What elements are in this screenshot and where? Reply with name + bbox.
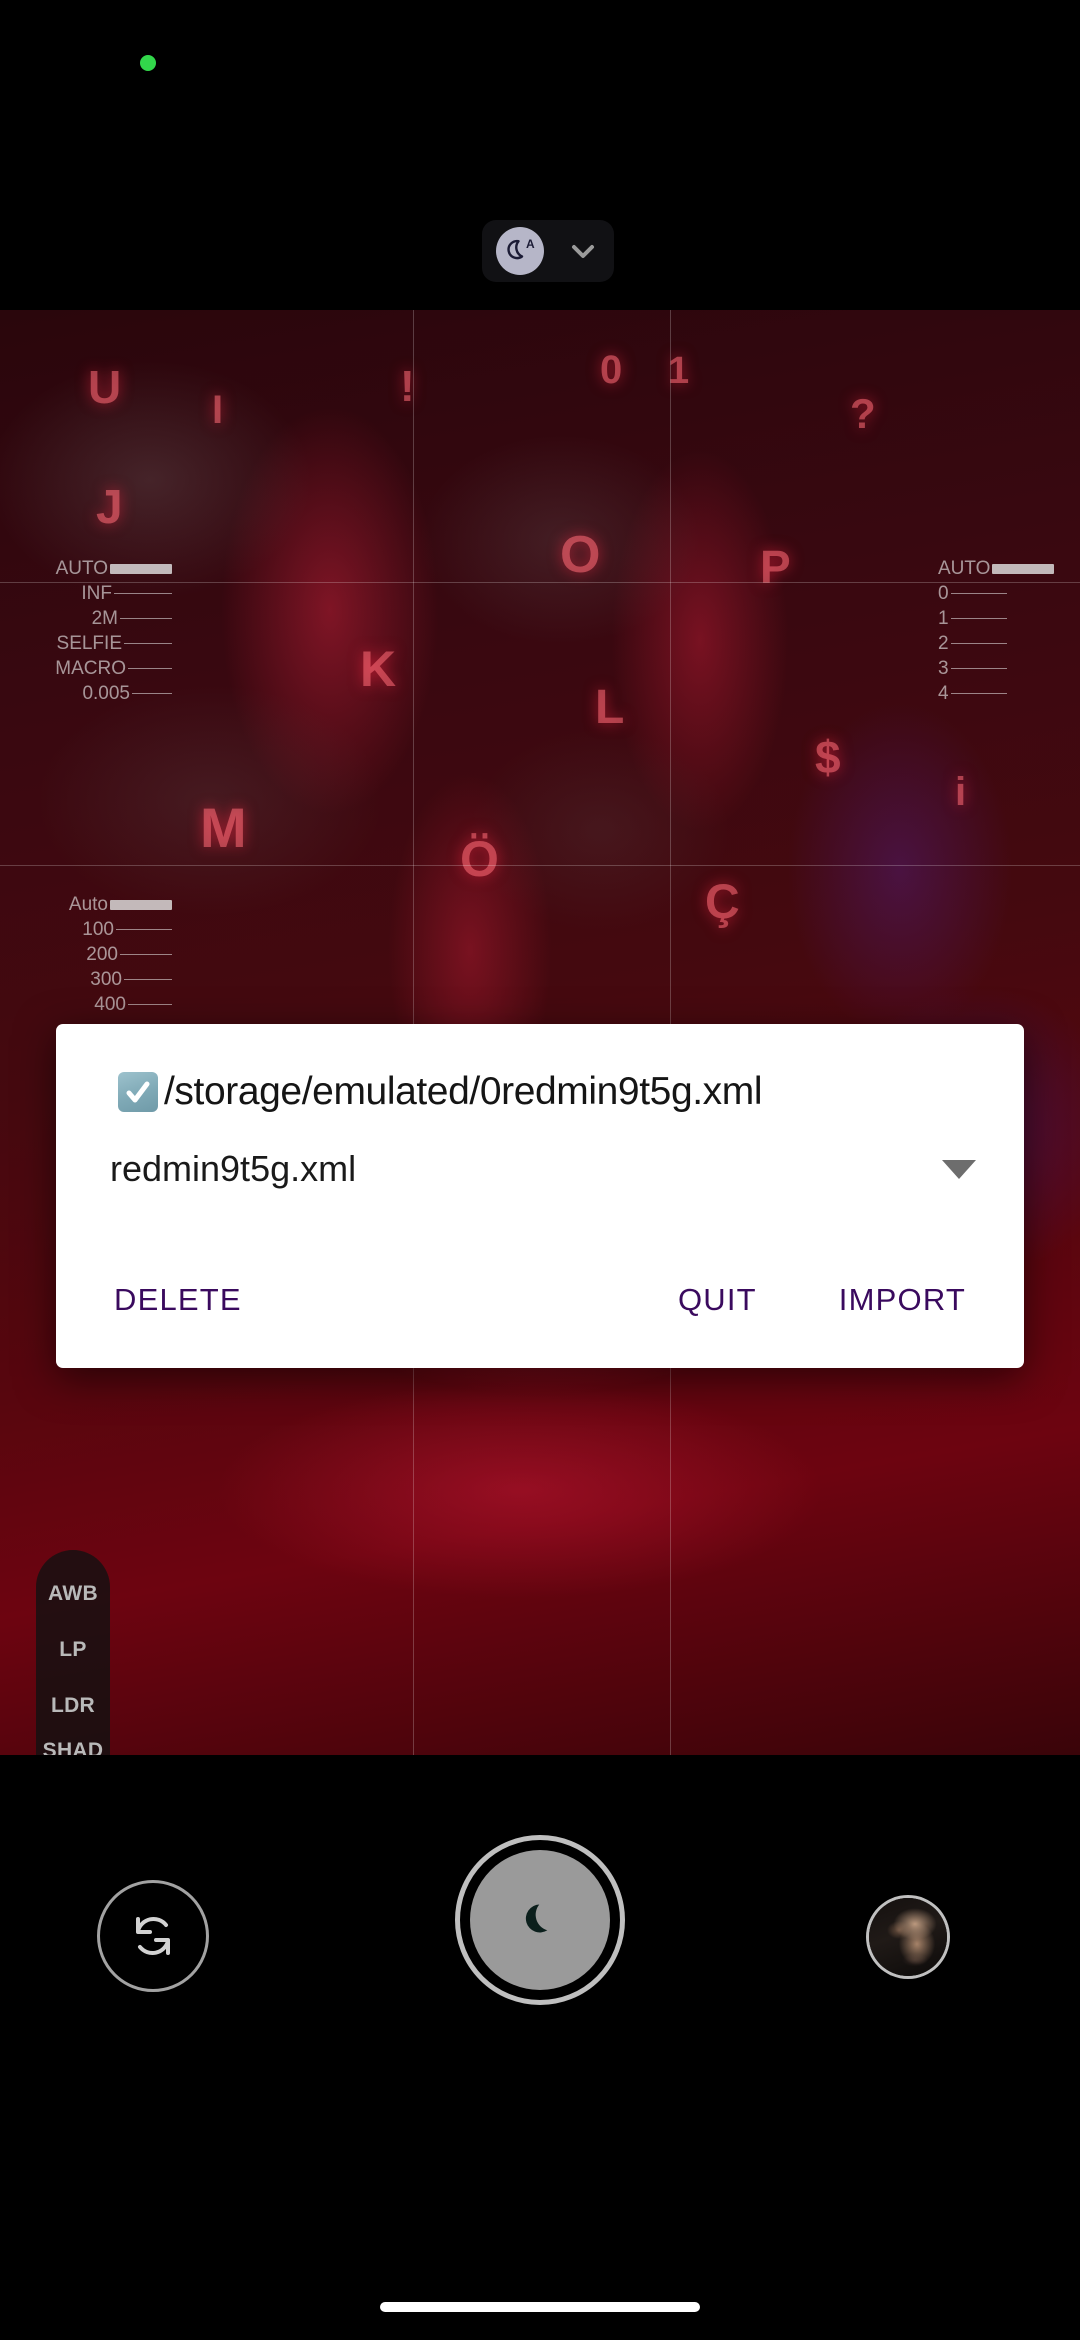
import-config-dialog: /storage/emulated/0redmin9t5g.xml redmin…: [56, 1024, 1024, 1368]
dialog-title-text: /storage/emulated/0redmin9t5g.xml: [164, 1070, 763, 1113]
quit-button[interactable]: QUIT: [660, 1268, 775, 1332]
dialog-title-row: /storage/emulated/0redmin9t5g.xml: [96, 1070, 984, 1114]
dialog-action-row: DELETE QUIT IMPORT: [96, 1268, 984, 1342]
checked-checkbox-icon[interactable]: [118, 1072, 158, 1112]
camera-app-screen: A U I! 0 1? J O K P L $ M Ö Çi AUTO INF 2M SELFIE MACRO 0…: [0, 0, 1080, 2340]
config-file-spinner[interactable]: redmin9t5g.xml: [96, 1148, 984, 1190]
spinner-selected-value: redmin9t5g.xml: [110, 1148, 357, 1189]
dropdown-caret-icon[interactable]: [942, 1159, 976, 1179]
delete-button[interactable]: DELETE: [96, 1268, 260, 1332]
import-button[interactable]: IMPORT: [821, 1268, 984, 1332]
